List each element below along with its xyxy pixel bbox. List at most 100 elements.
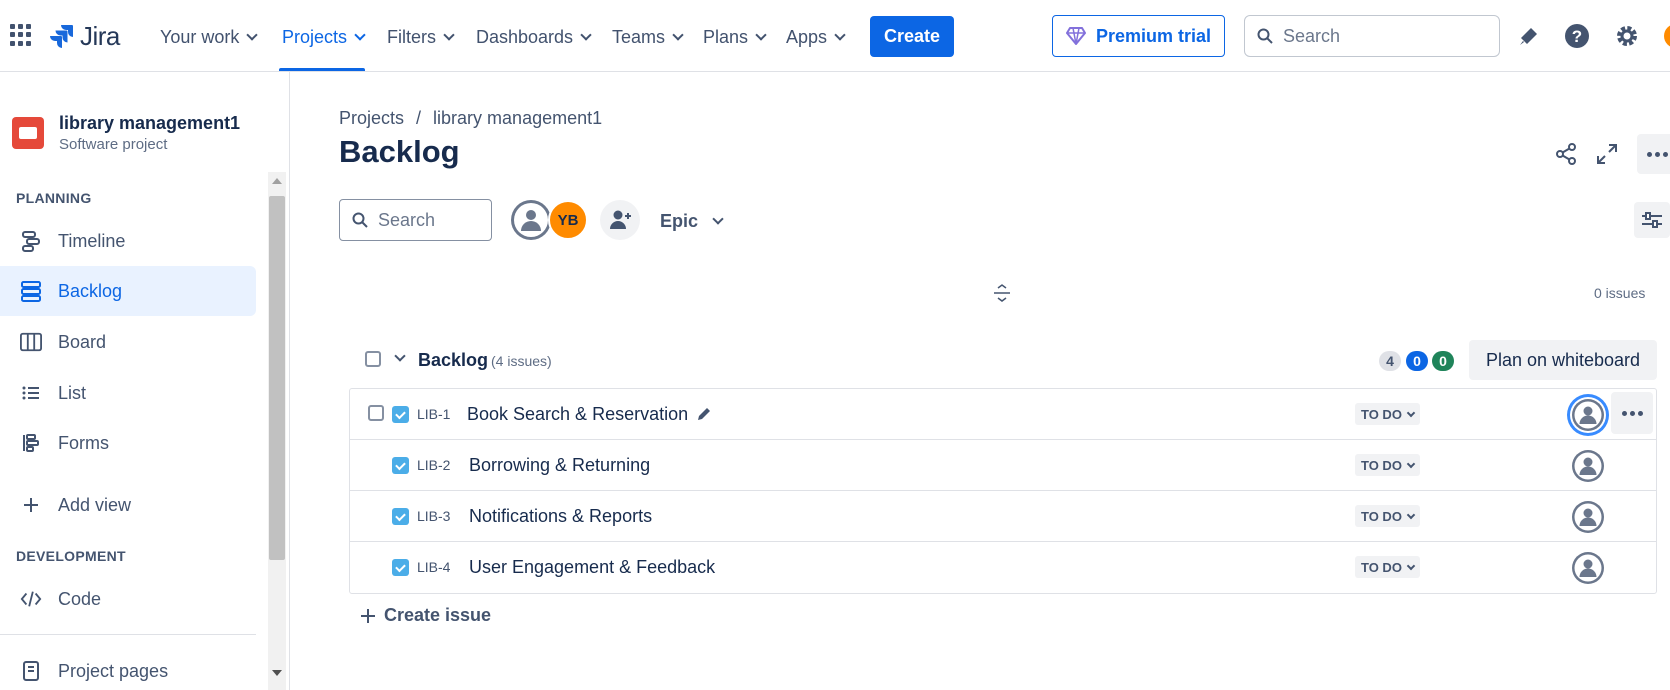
status-dropdown[interactable]: TO DO (1355, 454, 1420, 476)
issue-key[interactable]: LIB-4 (417, 559, 450, 575)
help-icon[interactable]: ? (1563, 22, 1591, 50)
nav-dashboards[interactable]: Dashboards (476, 22, 592, 52)
scroll-up-arrow-icon[interactable] (272, 178, 282, 184)
backlog-issue-list: LIB-1 Book Search & Reservation TO DO LI… (349, 388, 1657, 594)
sidebar-item-timeline[interactable]: Timeline (0, 216, 256, 266)
active-nav-indicator (279, 68, 365, 71)
search-placeholder: Search (1283, 25, 1341, 46)
issue-summary[interactable]: User Engagement & Feedback (469, 557, 715, 578)
avatar-yb[interactable]: YB (548, 200, 588, 240)
premium-trial-button[interactable]: Premium trial (1052, 15, 1225, 57)
task-type-icon (392, 406, 409, 423)
nav-label: Plans (703, 26, 749, 47)
issue-key[interactable]: LIB-3 (417, 508, 450, 524)
jira-logo-icon (50, 25, 73, 48)
plan-on-whiteboard-button[interactable]: Plan on whiteboard (1469, 340, 1657, 380)
project-name[interactable]: library management1 (59, 113, 240, 134)
create-button[interactable]: Create (870, 16, 954, 57)
status-label: TO DO (1361, 457, 1402, 473)
status-count-in-progress: 0 (1406, 351, 1428, 371)
issue-row[interactable]: LIB-2 Borrowing & Returning TO DO (350, 440, 1656, 491)
sidebar-item-board[interactable]: Board (0, 317, 256, 367)
issue-summary[interactable]: Notifications & Reports (469, 506, 652, 527)
epic-filter-dropdown[interactable]: Epic (660, 206, 724, 236)
nav-label: Teams (612, 26, 666, 47)
scroll-down-arrow-icon[interactable] (272, 670, 282, 676)
nav-filters[interactable]: Filters (387, 22, 455, 52)
create-issue-button[interactable]: Create issue (360, 605, 491, 626)
breadcrumb: Projects / library management1 (339, 108, 602, 129)
pencil-icon[interactable] (696, 406, 712, 422)
chevron-down-icon (672, 29, 684, 41)
project-avatar[interactable] (12, 117, 44, 149)
sprint-issue-count: 0 issues (1594, 285, 1646, 301)
global-search-input[interactable]: Search (1244, 15, 1500, 57)
page-title: Backlog (339, 134, 460, 169)
assignee-avatar[interactable] (1570, 448, 1606, 484)
jira-logo[interactable]: Jira (48, 20, 120, 52)
nav-label: Projects (282, 26, 348, 47)
breadcrumb-project[interactable]: library management1 (433, 108, 602, 129)
nav-projects[interactable]: Projects (282, 22, 366, 52)
dot (1646, 151, 1652, 157)
sidebar-item-add-view[interactable]: Add view (0, 480, 256, 530)
chevron-down-icon[interactable] (394, 350, 406, 362)
issue-summary[interactable]: Book Search & Reservation (467, 404, 688, 425)
sidebar-divider (0, 634, 256, 635)
issue-key[interactable]: LIB-1 (417, 406, 450, 422)
share-icon[interactable] (1550, 138, 1582, 170)
sidebar-scrollbar-thumb[interactable] (269, 196, 285, 560)
chevron-down-icon (834, 29, 846, 41)
nav-plans[interactable]: Plans (703, 22, 767, 52)
top-navigation: Jira Your work Projects Filters Dashboar… (0, 0, 1670, 72)
backlog-search-input[interactable]: Search (339, 199, 492, 241)
page-more-actions-icon[interactable] (1637, 134, 1670, 174)
sidebar-item-forms[interactable]: Forms (0, 418, 256, 468)
resize-handle-icon[interactable] (992, 283, 1012, 303)
assignee-avatar[interactable] (1570, 499, 1606, 535)
notifications-icon[interactable] (1515, 22, 1543, 50)
nav-your-work[interactable]: Your work (160, 22, 259, 52)
megaphone-icon (1520, 28, 1537, 45)
expand-icon[interactable] (1591, 138, 1623, 170)
nav-apps[interactable]: Apps (786, 22, 846, 52)
settings-gear-icon[interactable] (1613, 22, 1641, 50)
search-icon (352, 212, 368, 228)
sidebar-item-project-pages[interactable]: Project pages (0, 646, 256, 690)
sidebar-item-code[interactable]: Code (0, 574, 256, 624)
avatar-unassigned[interactable] (510, 199, 552, 241)
assignee-avatar[interactable] (1570, 397, 1606, 433)
chevron-down-icon (1406, 408, 1416, 417)
status-dropdown[interactable]: TO DO (1355, 556, 1420, 578)
chevron-down-icon (354, 29, 366, 41)
status-dropdown[interactable]: TO DO (1355, 505, 1420, 527)
chevron-down-icon (1406, 510, 1416, 519)
breadcrumb-projects[interactable]: Projects (339, 108, 404, 129)
issue-row[interactable]: LIB-1 Book Search & Reservation TO DO (350, 389, 1656, 440)
add-people-icon[interactable] (600, 200, 640, 240)
sidebar-item-list[interactable]: List (0, 368, 256, 418)
nav-teams[interactable]: Teams (612, 22, 684, 52)
issue-summary[interactable]: Borrowing & Returning (469, 455, 650, 476)
issue-key[interactable]: LIB-2 (417, 457, 450, 473)
backlog-title[interactable]: Backlog (418, 350, 488, 371)
issue-row[interactable]: LIB-4 User Engagement & Feedback TO DO (350, 542, 1656, 593)
view-settings-icon[interactable] (1634, 202, 1670, 238)
issue-checkbox[interactable] (368, 405, 384, 421)
search-placeholder: Search (378, 209, 436, 230)
assignee-avatar[interactable] (1570, 550, 1606, 586)
select-all-checkbox[interactable] (365, 351, 381, 367)
nav-label: Your work (160, 26, 240, 47)
list-icon (20, 382, 42, 404)
issue-more-actions-icon[interactable] (1611, 392, 1653, 434)
sidebar-item-backlog[interactable]: Backlog (0, 266, 256, 316)
search-icon (1257, 28, 1273, 44)
status-dropdown[interactable]: TO DO (1355, 403, 1420, 425)
page-icon (20, 660, 42, 682)
sidebar-item-label: Project pages (58, 660, 169, 681)
issue-row[interactable]: LIB-3 Notifications & Reports TO DO (350, 491, 1656, 542)
project-sidebar: library management1 Software project PLA… (0, 72, 290, 690)
board-icon (20, 331, 42, 353)
profile-avatar[interactable] (1664, 24, 1670, 48)
app-switcher-icon[interactable] (10, 24, 32, 46)
